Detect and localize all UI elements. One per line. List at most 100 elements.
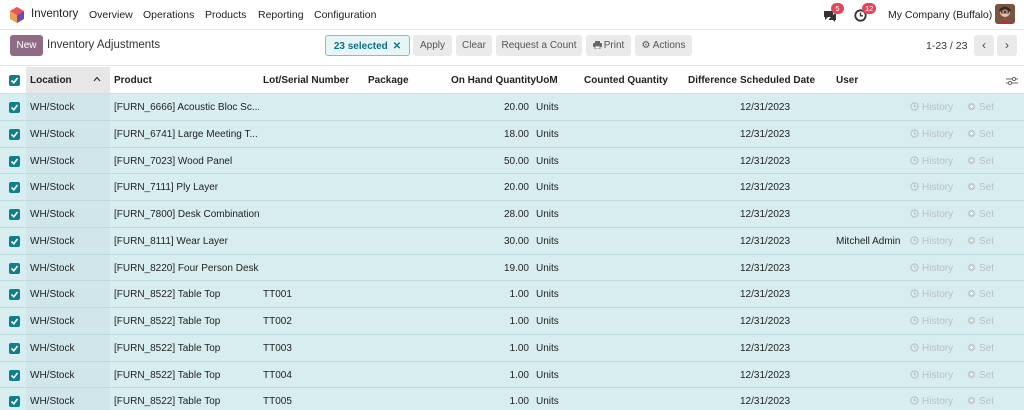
row-checkbox[interactable] [9, 289, 20, 301]
product-cell[interactable]: [FURN_8522] Table Top [114, 343, 220, 354]
location-cell[interactable]: WH/Stock [30, 156, 74, 167]
menu-products[interactable]: Products [205, 9, 246, 21]
set-button[interactable]: Set [967, 182, 994, 193]
menu-overview[interactable]: Overview [89, 9, 133, 21]
product-cell[interactable]: [FURN_7800] Desk Combination [114, 209, 259, 220]
column-scheduled-date[interactable]: Scheduled Date [740, 75, 815, 86]
row-checkbox[interactable] [9, 369, 20, 381]
table-row[interactable]: WH/Stock [FURN_7800] Desk Combination 28.0… [0, 201, 1024, 228]
column-difference[interactable]: Difference [688, 75, 737, 86]
location-cell[interactable]: WH/Stock [30, 102, 74, 113]
column-lot-serial[interactable]: Lot/Serial Number [263, 75, 349, 86]
scheduled-date-cell[interactable]: 12/31/2023 [740, 370, 790, 381]
column-product[interactable]: Product [114, 75, 152, 86]
new-button[interactable]: New [10, 35, 43, 56]
sort-ascending-icon[interactable] [93, 76, 101, 82]
history-button[interactable]: History [910, 102, 953, 113]
product-cell[interactable]: [FURN_8522] Table Top [114, 289, 220, 300]
set-button[interactable]: Set [967, 343, 994, 354]
column-uom[interactable]: UoM [536, 75, 558, 86]
table-row[interactable]: WH/Stock [FURN_8522] Table Top TT001 1.00 Un… [0, 281, 1024, 308]
history-button[interactable]: History [910, 316, 953, 327]
product-cell[interactable]: [FURN_6666] Acoustic Bloc Sc... [114, 102, 259, 113]
product-cell[interactable]: [FURN_8220] Four Person Desk [114, 263, 259, 274]
set-button[interactable]: Set [967, 156, 994, 167]
scheduled-date-cell[interactable]: 12/31/2023 [740, 236, 790, 247]
lot-cell[interactable]: TT003 [263, 343, 292, 354]
column-user[interactable]: User [836, 75, 858, 86]
print-button[interactable]: Print [586, 35, 631, 56]
apply-button[interactable]: Apply [413, 35, 452, 56]
location-cell[interactable]: WH/Stock [30, 182, 74, 193]
set-button[interactable]: Set [967, 209, 994, 220]
request-count-button[interactable]: Request a Count [496, 35, 582, 56]
history-button[interactable]: History [910, 236, 953, 247]
set-button[interactable]: Set [967, 316, 994, 327]
table-row[interactable]: WH/Stock [FURN_6666] Acoustic Bloc Sc... 2… [0, 94, 1024, 121]
table-row[interactable]: WH/Stock [FURN_8111] Wear Layer 30.00 Units… [0, 227, 1024, 255]
table-row[interactable]: WH/Stock [FURN_8220] Four Person Desk 19.0… [0, 254, 1024, 282]
user-cell[interactable]: Mitchell Admin [836, 236, 900, 247]
lot-cell[interactable]: TT002 [263, 316, 292, 327]
clear-button[interactable]: Clear [456, 35, 492, 56]
scheduled-date-cell[interactable]: 12/31/2023 [740, 156, 790, 167]
table-row[interactable]: WH/Stock [FURN_7111] Ply Layer 20.00 Units 1… [0, 174, 1024, 201]
pager-next-button[interactable]: › [997, 35, 1017, 56]
location-cell[interactable]: WH/Stock [30, 129, 74, 140]
lot-cell[interactable]: TT004 [263, 370, 292, 381]
table-row[interactable]: WH/Stock [FURN_7023] Wood Panel 50.00 Units… [0, 147, 1024, 175]
set-button[interactable]: Set [967, 263, 994, 274]
app-name[interactable]: Inventory [31, 8, 78, 20]
menu-configuration[interactable]: Configuration [314, 9, 376, 21]
row-checkbox[interactable] [9, 182, 20, 194]
set-button[interactable]: Set [967, 129, 994, 140]
column-counted[interactable]: Counted Quantity [584, 75, 668, 86]
select-all-checkbox[interactable] [9, 75, 20, 86]
table-row[interactable]: WH/Stock [FURN_8522] Table Top TT005 1.00 Un… [0, 388, 1024, 410]
scheduled-date-cell[interactable]: 12/31/2023 [740, 263, 790, 274]
table-row[interactable]: WH/Stock [FURN_8522] Table Top TT002 1.00 Un… [0, 308, 1024, 335]
history-button[interactable]: History [910, 370, 953, 381]
location-cell[interactable]: WH/Stock [30, 370, 74, 381]
lot-cell[interactable]: TT005 [263, 396, 292, 407]
column-package[interactable]: Package [368, 75, 409, 86]
inventory-app-icon[interactable] [10, 7, 24, 23]
scheduled-date-cell[interactable]: 12/31/2023 [740, 209, 790, 220]
location-cell[interactable]: WH/Stock [30, 396, 74, 407]
optional-columns-icon[interactable] [1006, 76, 1018, 86]
scheduled-date-cell[interactable]: 12/31/2023 [740, 182, 790, 193]
scheduled-date-cell[interactable]: 12/31/2023 [740, 102, 790, 113]
table-row[interactable]: WH/Stock [FURN_8522] Table Top TT004 1.00 Un… [0, 361, 1024, 389]
product-cell[interactable]: [FURN_6741] Large Meeting T... [114, 129, 258, 140]
history-button[interactable]: History [910, 156, 953, 167]
table-row[interactable]: WH/Stock [FURN_8522] Table Top TT003 1.00 Un… [0, 334, 1024, 362]
company-switcher[interactable]: My Company (Buffalo) [888, 9, 992, 21]
product-cell[interactable]: [FURN_8522] Table Top [114, 316, 220, 327]
history-button[interactable]: History [910, 289, 953, 300]
set-button[interactable]: Set [967, 396, 994, 407]
user-avatar[interactable] [995, 4, 1015, 24]
history-button[interactable]: History [910, 396, 953, 407]
scheduled-date-cell[interactable]: 12/31/2023 [740, 343, 790, 354]
product-cell[interactable]: [FURN_7023] Wood Panel [114, 156, 232, 167]
location-cell[interactable]: WH/Stock [30, 263, 74, 274]
product-cell[interactable]: [FURN_8522] Table Top [114, 370, 220, 381]
location-cell[interactable]: WH/Stock [30, 289, 74, 300]
row-checkbox[interactable] [9, 235, 20, 247]
table-row[interactable]: WH/Stock [FURN_6741] Large Meeting T... 18… [0, 120, 1024, 148]
actions-button[interactable]: ⚙ Actions [635, 35, 692, 56]
history-button[interactable]: History [910, 263, 953, 274]
set-button[interactable]: Set [967, 370, 994, 381]
scheduled-date-cell[interactable]: 12/31/2023 [740, 129, 790, 140]
location-cell[interactable]: WH/Stock [30, 343, 74, 354]
history-button[interactable]: History [910, 129, 953, 140]
product-cell[interactable]: [FURN_8111] Wear Layer [114, 236, 228, 247]
location-cell[interactable]: WH/Stock [30, 209, 74, 220]
history-button[interactable]: History [910, 209, 953, 220]
scheduled-date-cell[interactable]: 12/31/2023 [740, 316, 790, 327]
row-checkbox[interactable] [9, 128, 20, 140]
set-button[interactable]: Set [967, 236, 994, 247]
activities-button[interactable]: 12 [854, 3, 877, 23]
lot-cell[interactable]: TT001 [263, 289, 292, 300]
location-cell[interactable]: WH/Stock [30, 316, 74, 327]
